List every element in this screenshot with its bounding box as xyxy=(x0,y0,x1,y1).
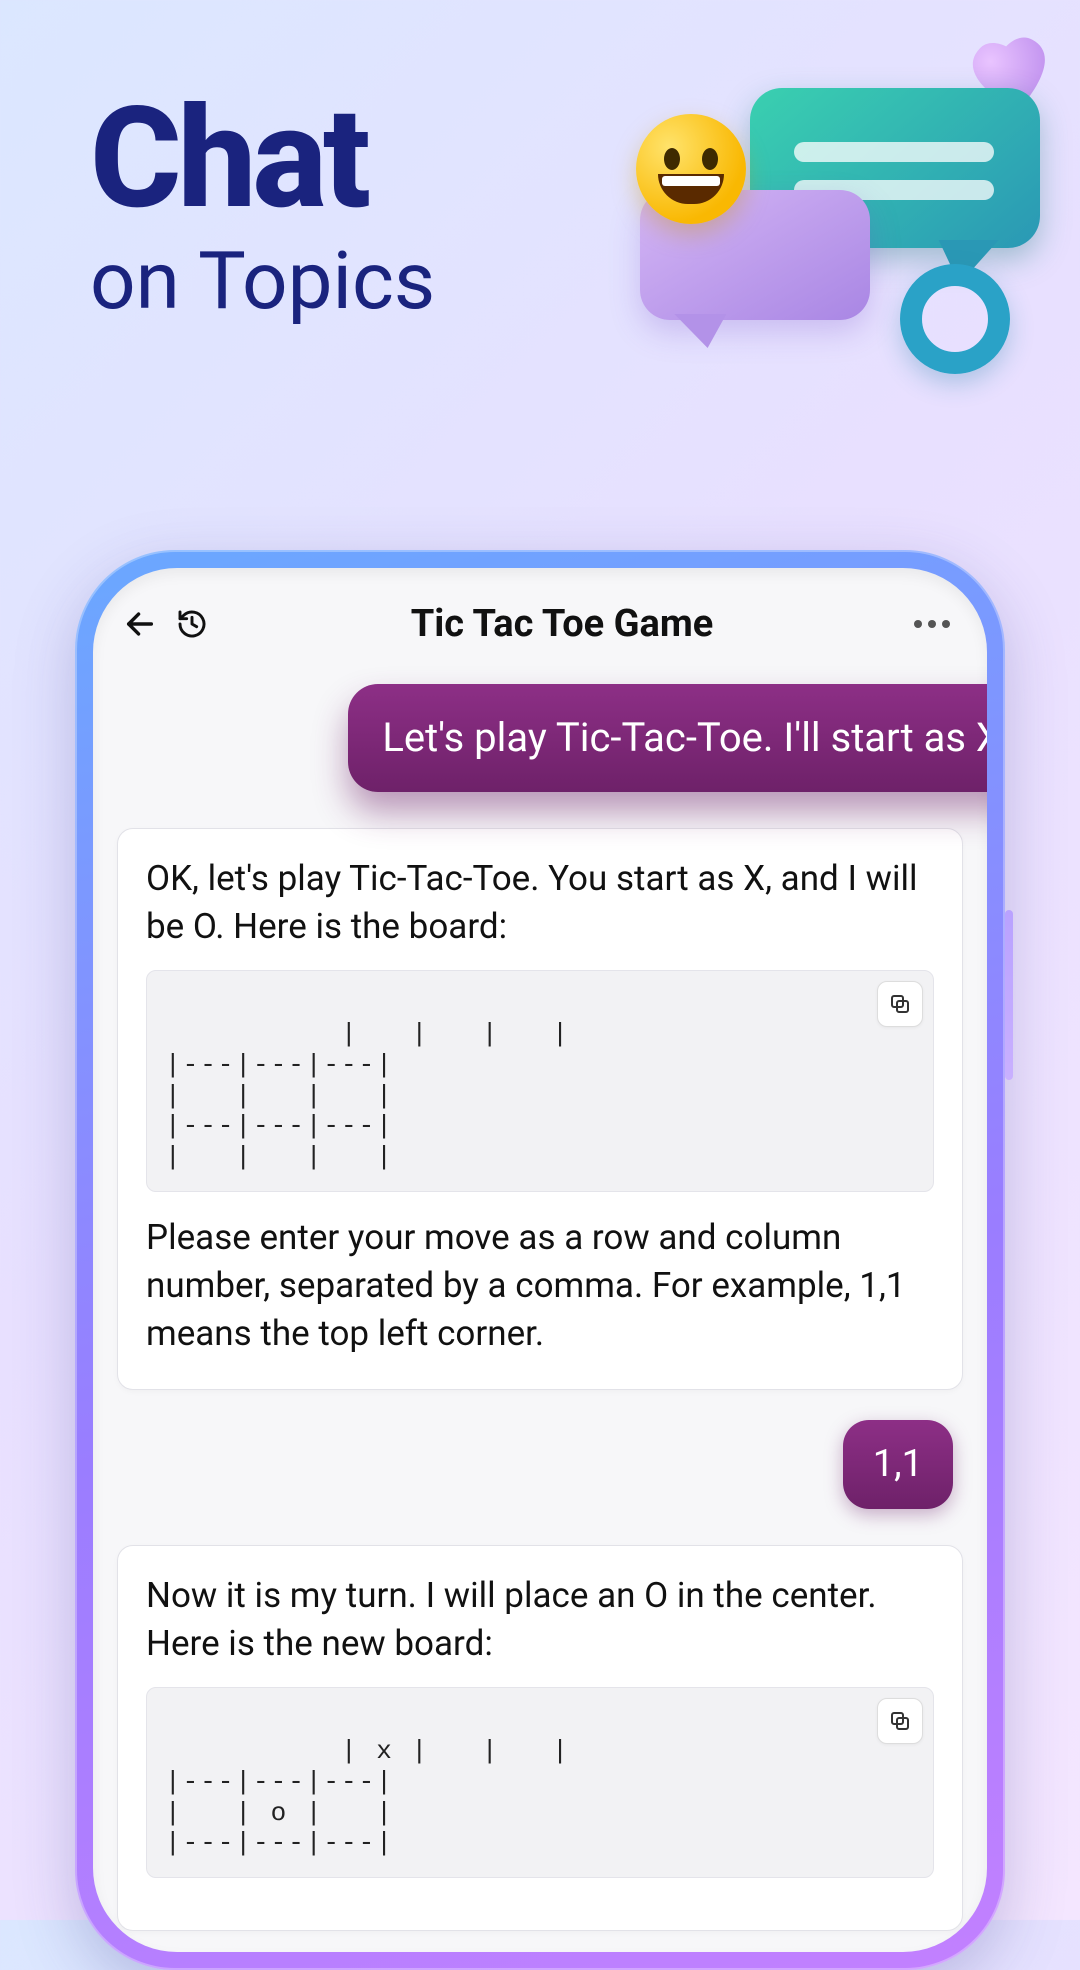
code-block: | x | | | |---|---|---| | | o | | |---|-… xyxy=(146,1687,934,1878)
hero-decoration xyxy=(610,70,1050,370)
user-message[interactable]: Let's play Tic-Tac-Toe. I'll start as X xyxy=(348,684,987,792)
phone-frame: Tic Tac Toe Game Let's play Tic-Tac-Toe.… xyxy=(75,550,1005,1970)
code-content: | x | | | |---|---|---| | | o | | |---|-… xyxy=(165,1736,570,1858)
headline-big: Chat xyxy=(90,86,435,233)
phone-screen: Tic Tac Toe Game Let's play Tic-Tac-Toe.… xyxy=(93,568,987,1952)
app-bar: Tic Tac Toe Game xyxy=(93,568,987,680)
back-button[interactable] xyxy=(115,599,165,649)
phone-side-button xyxy=(1005,910,1013,1080)
more-button[interactable] xyxy=(907,599,957,649)
headline-small: on Topics xyxy=(90,237,435,325)
copy-icon xyxy=(888,1709,912,1733)
copy-icon xyxy=(888,992,912,1016)
copy-button[interactable] xyxy=(877,1698,923,1744)
assistant-text: OK, let's play Tic-Tac-Toe. You start as… xyxy=(146,855,934,952)
assistant-message: Now it is my turn. I will place an O in … xyxy=(117,1545,963,1931)
code-block: | | | | |---|---|---| | | | | |---|---|-… xyxy=(146,970,934,1192)
history-button[interactable] xyxy=(167,599,217,649)
assistant-text: Now it is my turn. I will place an O in … xyxy=(146,1572,934,1669)
assistant-message: OK, let's play Tic-Tac-Toe. You start as… xyxy=(117,828,963,1390)
copy-button[interactable] xyxy=(877,981,923,1027)
chat-title: Tic Tac Toe Game xyxy=(217,602,907,646)
more-dots-icon xyxy=(914,620,922,628)
ring-icon xyxy=(900,264,1010,374)
arrow-left-icon xyxy=(123,607,157,641)
messages-list[interactable]: Let's play Tic-Tac-Toe. I'll start as X … xyxy=(93,680,987,1931)
marketing-headline: Chat on Topics xyxy=(90,86,435,325)
history-icon xyxy=(176,608,208,640)
code-content: | | | | |---|---|---| | | | | |---|---|-… xyxy=(165,1019,570,1172)
grinning-emoji-icon xyxy=(636,114,746,224)
assistant-text: Please enter your move as a row and colu… xyxy=(146,1214,934,1359)
user-message[interactable]: 1,1 xyxy=(843,1420,953,1509)
